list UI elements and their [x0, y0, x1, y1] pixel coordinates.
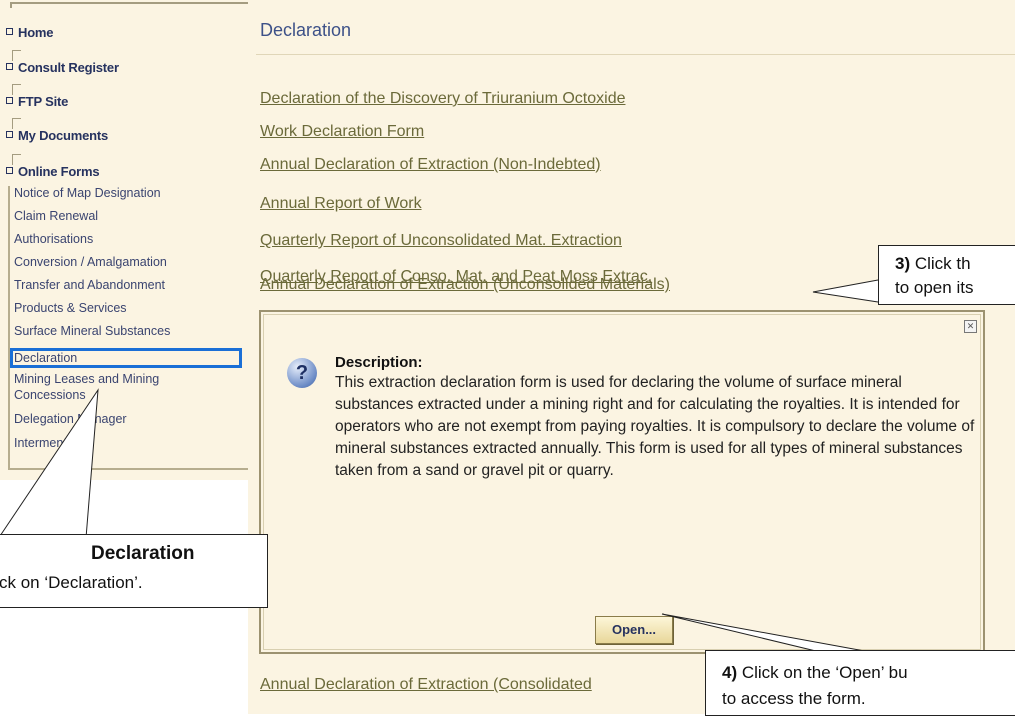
- link-work-declaration-form[interactable]: Work Declaration Form: [260, 123, 424, 141]
- nav-connector: [12, 118, 21, 129]
- left-navigation: Home Consult Register FTP Site My Docume…: [0, 0, 250, 480]
- nav-connector: [12, 154, 21, 165]
- step3-callout-line1: 3) Click th: [895, 254, 971, 274]
- bullet-icon: [6, 63, 13, 70]
- nav-item-online-forms[interactable]: Online Forms: [6, 154, 100, 179]
- nav-connector: [12, 50, 21, 61]
- subnav-item-delegation-manager[interactable]: Delegation Manager: [14, 412, 127, 426]
- nav-connector: [12, 84, 21, 95]
- step4-callout-line2: to access the form.: [722, 689, 866, 708]
- subnav-item-products-and-services[interactable]: Products & Services: [14, 301, 127, 315]
- declaration-callout-title: Declaration: [91, 543, 195, 564]
- link-quarterly-report-unconsolidated[interactable]: Quarterly Report of Unconsolidated Mat. …: [260, 232, 622, 250]
- bullet-icon: [6, 97, 13, 104]
- page-title: Declaration: [260, 20, 352, 40]
- step3-number: 3): [895, 254, 911, 273]
- main-content: Declaration Declaration of the Discovery…: [248, 0, 1015, 714]
- nav-item-home[interactable]: Home: [6, 25, 54, 40]
- subnav-item-mining-leases[interactable]: Mining Leases and Mining: [14, 372, 159, 386]
- description-text: This extraction declaration form is used…: [335, 374, 975, 479]
- nav-item-my-documents[interactable]: My Documents: [6, 118, 109, 143]
- step4-callout: 4) Click on the ‘Open’ bu to access the …: [705, 650, 1015, 716]
- nav-item-label: Consult Register: [18, 60, 119, 75]
- step4-callout-line1: 4) Click on the ‘Open’ bu: [722, 663, 908, 683]
- question-mark-icon: ?: [287, 358, 317, 388]
- subnav-item-mining-concessions[interactable]: Concessions: [14, 388, 86, 402]
- open-button[interactable]: Open...: [595, 616, 673, 644]
- link-annual-declaration-unconsolidated[interactable]: Annual Declaration of Extraction (Uncons…: [260, 276, 670, 294]
- link-discovery-triuranium-octoxide[interactable]: Declaration of the Discovery of Triurani…: [260, 90, 625, 108]
- link-annual-declaration-consolidated[interactable]: Annual Declaration of Extraction (Consol…: [260, 676, 592, 694]
- online-forms-submenu: Notice of Map Designation Claim Renewal …: [8, 186, 250, 470]
- subnav-item-claim-renewal[interactable]: Claim Renewal: [14, 209, 98, 223]
- description-popup: ✕ ? Description: This extraction declara…: [259, 310, 985, 654]
- link-annual-report-of-work[interactable]: Annual Report of Work: [260, 195, 422, 213]
- step4-number: 4): [722, 663, 738, 682]
- nav-item-consult-register[interactable]: Consult Register: [6, 50, 119, 75]
- subnav-item-conversion-amalgamation[interactable]: Conversion / Amalgamation: [14, 255, 167, 269]
- bullet-icon: [6, 28, 13, 35]
- nav-item-label: FTP Site: [18, 94, 69, 109]
- step3-callout-line2: to open its: [895, 278, 974, 297]
- step3-text: Click th: [910, 254, 971, 273]
- subnav-item-transfer-and-abandonment[interactable]: Transfer and Abandonment: [14, 278, 165, 292]
- step4-text: Click on the ‘Open’ bu: [737, 663, 908, 682]
- link-annual-declaration-non-indebted[interactable]: Annual Declaration of Extraction (Non-In…: [260, 156, 601, 174]
- nav-item-label: Home: [18, 25, 54, 40]
- bullet-icon: [6, 167, 13, 174]
- nav-frame: [10, 2, 250, 8]
- subnav-item-notice-of-map-designation[interactable]: Notice of Map Designation: [14, 186, 161, 200]
- declaration-callout: Declaration ck on ‘Declaration’.: [0, 534, 268, 608]
- declaration-callout-body: ck on ‘Declaration’.: [0, 573, 143, 592]
- declaration-selection-highlight: [10, 348, 242, 368]
- nav-item-ftp-site[interactable]: FTP Site: [6, 84, 69, 109]
- subnav-item-interment[interactable]: Interment: [14, 436, 67, 450]
- description-label: Description:: [335, 354, 423, 371]
- subnav-item-surface-mineral-substances[interactable]: Surface Mineral Substances: [14, 324, 170, 338]
- nav-item-label: My Documents: [18, 128, 109, 143]
- close-icon[interactable]: ✕: [964, 320, 977, 333]
- bullet-icon: [6, 131, 13, 138]
- nav-item-label: Online Forms: [18, 164, 100, 179]
- subnav-item-authorisations[interactable]: Authorisations: [14, 232, 93, 246]
- title-divider: [256, 54, 1015, 55]
- step3-callout: 3) Click th to open its: [878, 245, 1015, 305]
